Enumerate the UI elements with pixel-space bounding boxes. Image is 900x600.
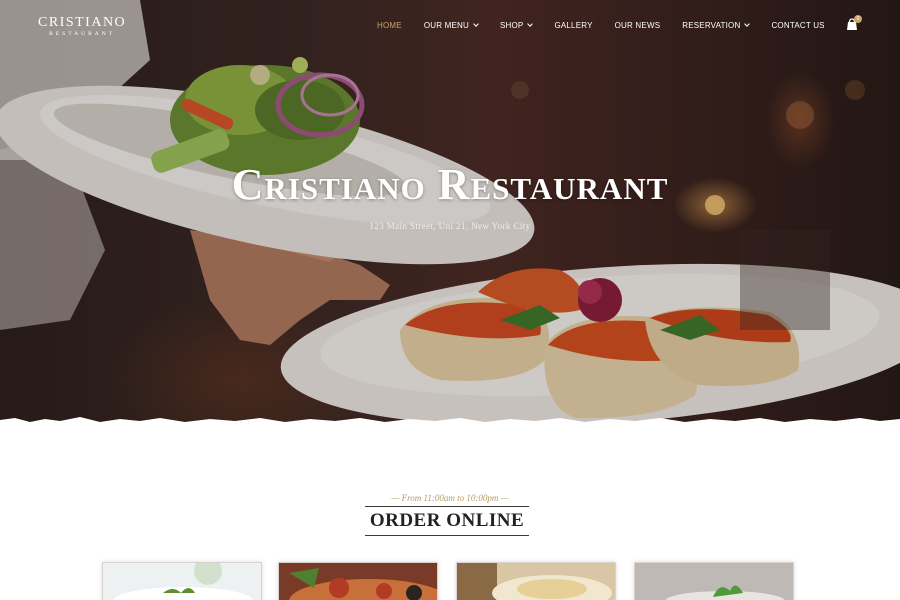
nav-item-home[interactable]: HOME: [377, 21, 402, 30]
garnished-dish-image: [635, 563, 793, 600]
order-card-garnish[interactable]: [634, 562, 794, 600]
nav-item-label: GALLERY: [554, 20, 593, 30]
order-card-pasta[interactable]: [456, 562, 616, 600]
chevron-down-icon: [473, 20, 479, 27]
salad-dish-image: [103, 563, 261, 600]
nav-item-label: CONTACT US: [771, 20, 825, 30]
nav-item-reservation[interactable]: RESERVATION: [682, 20, 751, 30]
nav-item-label: OUR MENU: [423, 20, 469, 30]
nav-item-label: OUR NEWS: [614, 20, 661, 30]
main-navigation: HOME OUR MENU SHOP GALLERY OUR NEWS RESE…: [377, 19, 847, 31]
cart-count-badge: 0: [854, 15, 862, 23]
chevron-down-icon: [527, 20, 534, 27]
nav-item-label: RESERVATION: [682, 20, 741, 30]
pizza-dish-image: [279, 563, 437, 600]
hero-title: Cristiano Restaurant: [231, 160, 669, 209]
hero-address: 123 Main Street, Uni 21, New York City: [369, 221, 531, 231]
nav-item-our-news[interactable]: OUR NEWS: [615, 21, 661, 30]
torn-paper-edge: [0, 417, 900, 425]
nav-item-gallery[interactable]: GALLERY: [554, 21, 592, 30]
logo-sub-text: RESTAURANT: [49, 31, 116, 37]
nav-item-label: SHOP: [499, 20, 524, 30]
cart-button[interactable]: 0: [845, 15, 863, 33]
nav-item-shop[interactable]: SHOP: [499, 20, 534, 30]
nav-item-contact-us[interactable]: CONTACT US: [771, 21, 824, 30]
hero-overlay: [0, 0, 900, 425]
site-logo[interactable]: CRISTIANO RESTAURANT: [38, 15, 127, 38]
section-title: ORDER ONLINE: [365, 506, 529, 536]
order-card-pizza[interactable]: [278, 562, 438, 600]
order-card-salad[interactable]: [102, 562, 262, 600]
nav-item-our-menu[interactable]: OUR MENU: [423, 20, 479, 30]
pasta-dish-image: [457, 563, 615, 600]
opening-hours: — From 11:00am to 10:00pm —: [391, 493, 509, 503]
hero-banner: CRISTIANO RESTAURANT HOME OUR MENU SHOP …: [0, 0, 900, 425]
nav-item-label: HOME: [377, 20, 402, 30]
chevron-down-icon: [744, 20, 751, 27]
logo-main-text: CRISTIANO: [38, 15, 127, 30]
